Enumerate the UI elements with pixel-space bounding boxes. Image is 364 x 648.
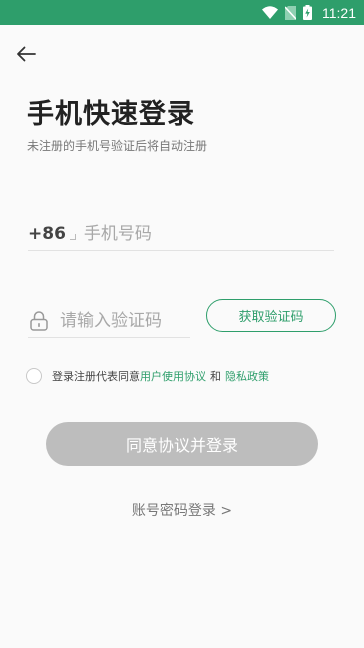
status-bar: 11:21 [0,0,364,25]
user-agreement-link[interactable]: 用户使用协议 [140,368,206,384]
agreement-and-text: 和 [210,370,221,383]
clock-time: 11:21 [322,4,356,21]
country-code-caret-icon [69,233,76,240]
lock-icon [28,310,50,332]
code-field-row [28,305,190,338]
agreement-checkbox[interactable] [26,368,42,384]
privacy-policy-link[interactable]: 隐私政策 [225,368,269,384]
agree-and-login-button[interactable]: 同意协议并登录 [46,422,318,466]
agreement-text: 登录注册代表同意 [52,370,140,383]
country-code-prefix[interactable]: +86 [28,224,66,244]
battery-charging-icon [303,5,312,20]
password-login-link[interactable]: 账号密码登录 > [0,500,364,520]
agreement-row: 登录注册代表同意 用户使用协议 和 隐私政策 [26,366,269,386]
page-title: 手机快速登录 [27,99,195,130]
no-sim-icon [285,5,296,20]
phone-input[interactable] [83,223,304,244]
page-subtitle: 未注册的手机号验证后将自动注册 [27,139,208,153]
wifi-icon [262,6,278,19]
back-button[interactable] [12,42,40,70]
get-code-button[interactable]: 获取验证码 [206,299,336,332]
status-icons: 11:21 [262,4,356,21]
arrow-left-icon [16,46,36,66]
phone-field-row: +86 [28,217,334,251]
verification-code-input[interactable] [60,311,185,331]
